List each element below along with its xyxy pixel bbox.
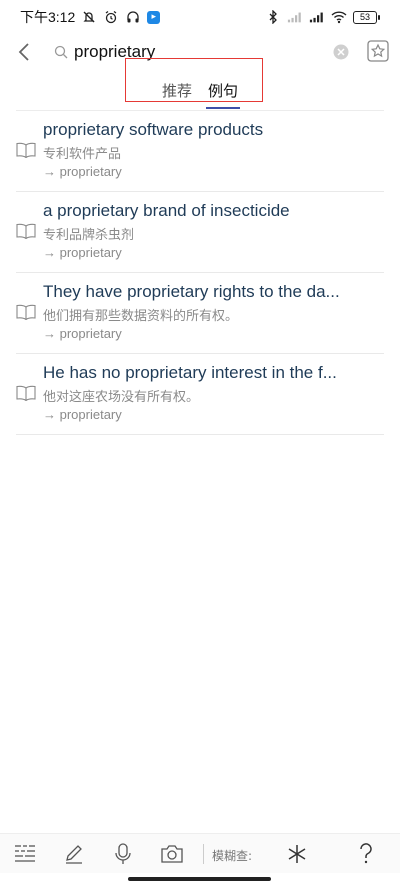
- example-source-link[interactable]: → proprietary: [43, 164, 122, 179]
- question-mark-icon: [360, 843, 372, 864]
- list-item[interactable]: a proprietary brand of insecticide 专利品牌杀…: [16, 192, 384, 273]
- wildcard-star-button[interactable]: [285, 842, 309, 866]
- star-bookmark-icon: [367, 40, 389, 62]
- search-icon: [54, 44, 70, 60]
- result-tabs: 推荐 例句: [0, 70, 400, 110]
- signal-icon: [287, 9, 303, 25]
- book-icon: [16, 304, 36, 321]
- example-sentence: proprietary software products: [43, 120, 264, 139]
- book-icon: [16, 223, 36, 240]
- search-input[interactable]: [74, 42, 324, 62]
- toolbar-divider: [203, 844, 204, 864]
- example-translation: 专利软件产品: [43, 147, 122, 162]
- home-indicator: [128, 877, 271, 881]
- alarm-icon: [103, 9, 119, 25]
- book-icon: [16, 385, 36, 402]
- wifi-icon: [331, 9, 347, 25]
- example-translation: 他对这座农场没有所有权。: [43, 390, 200, 405]
- tab-recommended[interactable]: 推荐: [162, 76, 192, 105]
- battery-indicator: 53: [353, 10, 380, 24]
- example-source-link[interactable]: → proprietary: [43, 245, 122, 260]
- example-translation: 他们拥有那些数据资料的所有权。: [43, 309, 239, 324]
- mute-bell-icon: [81, 9, 97, 25]
- microphone-icon: [115, 843, 131, 864]
- example-source-link[interactable]: → proprietary: [43, 326, 122, 341]
- status-bar: 下午3:12 ▸ 53: [0, 0, 400, 34]
- voice-input-button[interactable]: [111, 842, 135, 866]
- battery-level: 53: [353, 10, 377, 24]
- wildcard-question-button[interactable]: [354, 842, 378, 866]
- status-time: 下午3:12: [20, 9, 76, 25]
- input-toolbar: 模糊查:: [0, 833, 400, 873]
- tab-examples[interactable]: 例句: [205, 76, 241, 109]
- list-item[interactable]: proprietary software products 专利软件产品 → p…: [16, 111, 384, 192]
- fuzzy-search-label: 模糊查:: [212, 849, 253, 863]
- keyboard-button[interactable]: [13, 842, 37, 866]
- camera-button[interactable]: [160, 842, 184, 866]
- hd-signal-icon: [309, 9, 325, 25]
- example-sentence: He has no proprietary interest in the f.…: [43, 363, 337, 382]
- example-sentence: They have proprietary rights to the da..…: [43, 282, 340, 301]
- example-source-link[interactable]: → proprietary: [43, 407, 122, 422]
- asterisk-icon: [288, 845, 306, 863]
- app-notification-icon: ▸: [147, 10, 161, 24]
- add-favorite-button[interactable]: [366, 39, 390, 63]
- bluetooth-icon: [265, 9, 281, 25]
- handwriting-button[interactable]: [62, 842, 86, 866]
- app-screen: 下午3:12 ▸ 53 proprietary 推荐 例句 proprietar…: [0, 0, 400, 889]
- search-header: [0, 34, 400, 70]
- back-button[interactable]: [12, 40, 36, 64]
- camera-icon: [161, 845, 183, 863]
- example-list: proprietary software products 专利软件产品 → p…: [0, 111, 400, 435]
- list-item[interactable]: They have proprietary rights to the da..…: [16, 273, 384, 354]
- close-circle-icon: [333, 44, 349, 60]
- example-sentence: a proprietary brand of insecticide: [43, 201, 290, 220]
- example-translation: 专利品牌杀虫剂: [43, 228, 135, 243]
- keyboard-icon: [15, 845, 35, 862]
- list-item[interactable]: He has no proprietary interest in the f.…: [16, 354, 384, 435]
- book-icon: [16, 142, 36, 159]
- chevron-left-icon: [18, 43, 29, 61]
- pencil-icon: [66, 845, 82, 864]
- clear-search-button[interactable]: [333, 44, 349, 60]
- headphones-icon: [125, 9, 141, 25]
